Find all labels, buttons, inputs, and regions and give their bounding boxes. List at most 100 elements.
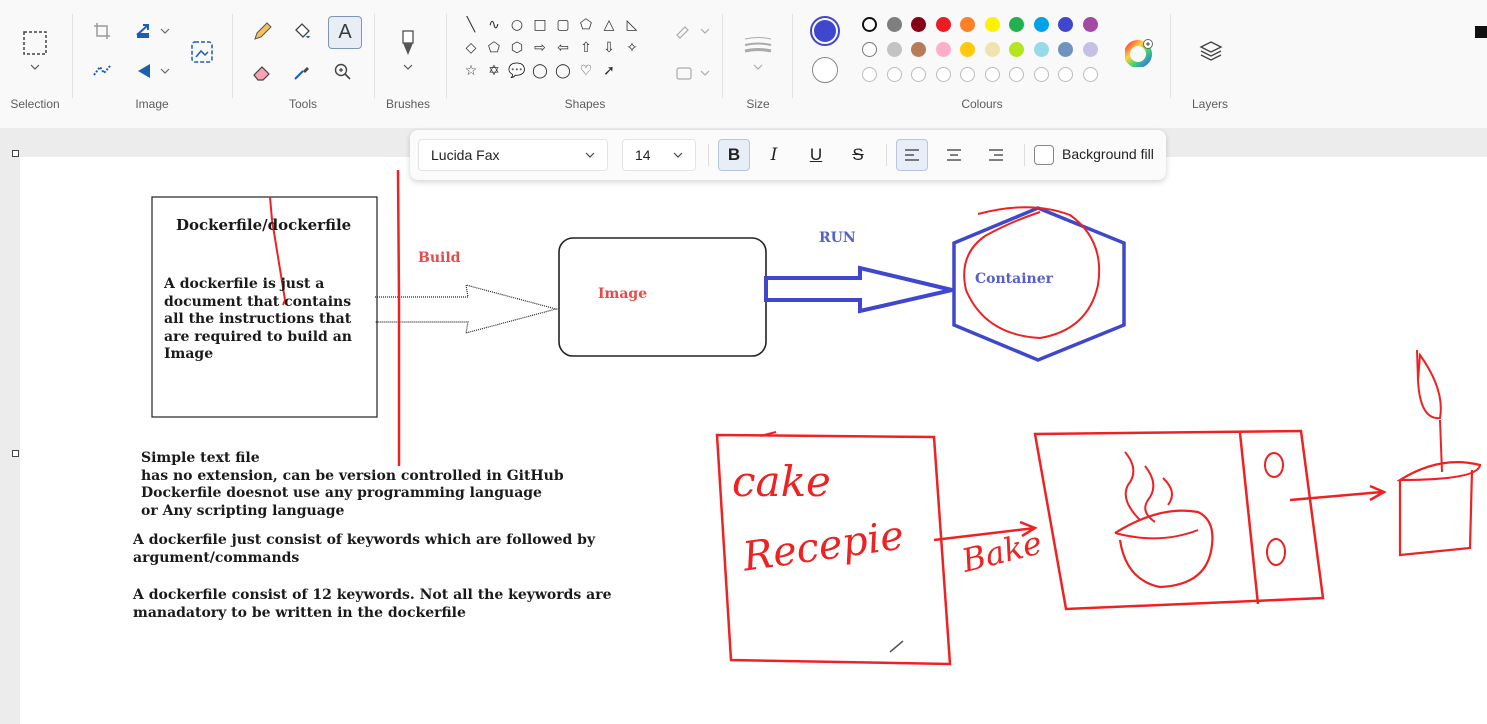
shape-option-icon[interactable]: ◇ bbox=[460, 37, 482, 59]
align-center-button[interactable] bbox=[938, 139, 970, 171]
colour-swatch[interactable] bbox=[1033, 17, 1049, 32]
colour-swatch[interactable] bbox=[862, 17, 877, 32]
shape-option-icon[interactable]: ╲ bbox=[460, 14, 482, 36]
shape-option-icon[interactable]: ○ bbox=[506, 14, 528, 36]
colour-swatch[interactable] bbox=[911, 67, 926, 82]
shape-fill-icon[interactable] bbox=[672, 62, 712, 84]
colour-swatch[interactable] bbox=[935, 17, 951, 32]
shape-option-icon[interactable]: ♡ bbox=[575, 60, 597, 82]
shape-option-icon[interactable]: ⬡ bbox=[506, 37, 528, 59]
italic-button[interactable]: I bbox=[758, 139, 790, 171]
colour-swatch[interactable] bbox=[935, 67, 951, 82]
colour-swatch[interactable] bbox=[886, 17, 902, 32]
shape-option-icon[interactable]: ☆ bbox=[460, 60, 482, 82]
run-arrow bbox=[764, 265, 953, 314]
divider bbox=[722, 14, 723, 98]
image-select-icon[interactable] bbox=[188, 38, 216, 66]
colour-swatch[interactable] bbox=[984, 17, 1000, 32]
align-right-button[interactable] bbox=[980, 139, 1012, 171]
colour-swatch[interactable] bbox=[1033, 42, 1049, 57]
build-arrow bbox=[375, 284, 559, 334]
handwriting-cake: cake bbox=[732, 457, 831, 506]
shape-option-icon[interactable]: ⇩ bbox=[598, 37, 620, 59]
colour-swatch[interactable] bbox=[960, 67, 975, 82]
shape-option-icon[interactable]: ◯ bbox=[529, 60, 551, 82]
colour-swatch[interactable] bbox=[1009, 42, 1024, 57]
font-size-dropdown[interactable]: 14 bbox=[622, 139, 696, 171]
resize-icon[interactable] bbox=[132, 20, 172, 42]
crop-icon[interactable] bbox=[90, 20, 114, 42]
size-dropdown-icon[interactable] bbox=[748, 60, 768, 74]
shape-option-icon[interactable]: ◺ bbox=[621, 14, 643, 36]
colour-swatch[interactable] bbox=[1058, 42, 1073, 57]
color-picker-icon[interactable] bbox=[289, 60, 315, 84]
shape-option-icon[interactable]: ⇦ bbox=[552, 37, 574, 59]
colour-swatch[interactable] bbox=[960, 17, 975, 32]
shape-option-icon[interactable]: ▢ bbox=[552, 14, 574, 36]
text-tool-icon[interactable]: A bbox=[328, 16, 362, 49]
notes-text-file-line: Simple text file bbox=[141, 450, 260, 466]
remove-background-icon[interactable] bbox=[90, 60, 114, 82]
colour-swatch[interactable] bbox=[984, 67, 1000, 82]
group-label-selection: Selection bbox=[10, 97, 60, 111]
underline-button[interactable]: U bbox=[800, 139, 832, 171]
colour-swatch[interactable] bbox=[1082, 67, 1098, 82]
brushes-dropdown-icon[interactable] bbox=[398, 60, 418, 74]
colour-swatch[interactable] bbox=[1033, 67, 1049, 82]
shape-option-icon[interactable]: □ bbox=[529, 14, 551, 36]
colour-swatch[interactable] bbox=[1082, 17, 1098, 32]
magnifier-icon[interactable] bbox=[330, 60, 356, 84]
edit-colours-icon[interactable] bbox=[1124, 38, 1154, 68]
colour-swatch[interactable] bbox=[862, 42, 877, 57]
colour-swatch[interactable] bbox=[1009, 67, 1024, 82]
background-fill-checkbox[interactable] bbox=[1034, 145, 1054, 165]
shape-option-icon[interactable]: ➚ bbox=[598, 60, 620, 82]
colour-swatch[interactable] bbox=[886, 67, 902, 82]
colour-swatch[interactable] bbox=[984, 42, 1000, 57]
shape-option-icon[interactable]: 💬 bbox=[506, 60, 528, 82]
colour-swatch[interactable] bbox=[1058, 67, 1073, 82]
colour-swatch[interactable] bbox=[911, 42, 926, 57]
chevron-down-icon bbox=[673, 152, 683, 158]
eraser-icon[interactable] bbox=[249, 60, 275, 84]
colour-swatch[interactable] bbox=[862, 67, 877, 82]
selection-icon[interactable] bbox=[20, 28, 50, 58]
shape-option-icon[interactable]: ⇨ bbox=[529, 37, 551, 59]
shape-option-icon[interactable]: ⬠ bbox=[483, 37, 505, 59]
rotate-icon[interactable] bbox=[132, 60, 172, 82]
drawing-canvas[interactable]: Dockerfile/dockerfile A dockerfile is ju… bbox=[20, 157, 1487, 724]
colour-swatch[interactable] bbox=[1058, 17, 1073, 32]
shape-option-icon[interactable]: ∿ bbox=[483, 14, 505, 36]
outline-icon[interactable] bbox=[672, 20, 712, 42]
secondary-colour-swatch[interactable] bbox=[812, 57, 838, 83]
resize-handle[interactable] bbox=[12, 450, 19, 457]
align-left-button[interactable] bbox=[896, 139, 928, 171]
colour-swatch[interactable] bbox=[935, 42, 951, 57]
divider bbox=[72, 14, 73, 98]
fill-bucket-icon[interactable] bbox=[289, 20, 315, 44]
dockerfile-description-line: Image bbox=[164, 346, 214, 362]
shape-option-icon[interactable]: ◯ bbox=[552, 60, 574, 82]
font-family-dropdown[interactable]: Lucida Fax bbox=[418, 139, 608, 171]
selection-dropdown-icon[interactable] bbox=[26, 60, 44, 74]
strikethrough-button[interactable]: S bbox=[842, 139, 874, 171]
colour-swatch[interactable] bbox=[911, 17, 926, 32]
shape-option-icon[interactable]: △ bbox=[598, 14, 620, 36]
primary-colour-swatch[interactable] bbox=[810, 16, 840, 46]
resize-handle[interactable] bbox=[12, 150, 19, 157]
shape-option-icon[interactable]: ✡ bbox=[483, 60, 505, 82]
layers-icon[interactable] bbox=[1196, 36, 1226, 66]
bold-button[interactable]: B bbox=[718, 139, 750, 171]
size-icon[interactable] bbox=[742, 32, 774, 58]
colour-swatch[interactable] bbox=[886, 42, 902, 57]
shape-option-icon[interactable]: ⇧ bbox=[575, 37, 597, 59]
ribbon-toolbar: Selection Image A Tools Brushes ╲ ∿ ○ □ … bbox=[0, 0, 1487, 128]
colour-swatch[interactable] bbox=[1082, 42, 1098, 57]
shape-option-icon[interactable]: ⬠ bbox=[575, 14, 597, 36]
group-label-shapes: Shapes bbox=[564, 97, 606, 111]
colour-swatch[interactable] bbox=[1009, 17, 1024, 32]
shape-option-icon[interactable]: ✧ bbox=[621, 37, 643, 59]
brush-icon[interactable] bbox=[394, 28, 422, 58]
colour-swatch[interactable] bbox=[960, 42, 975, 57]
pencil-icon[interactable] bbox=[249, 20, 275, 44]
